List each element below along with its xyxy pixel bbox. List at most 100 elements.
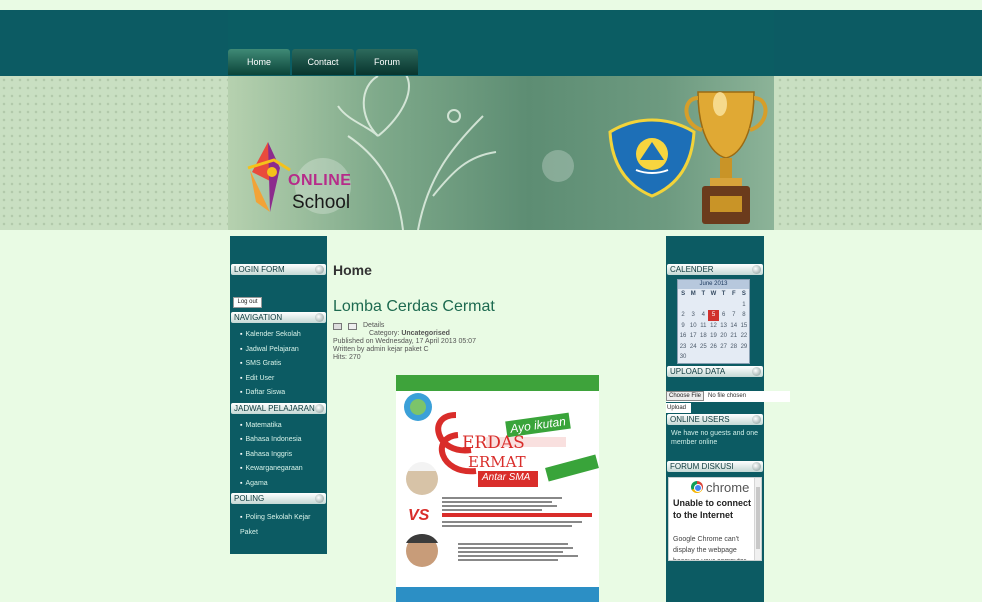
calendar-day[interactable]: 29 [739,342,749,353]
calendar-weekday: T [721,291,726,298]
calendar-day[interactable]: 28 [729,342,739,353]
calendar-empty-cell [678,300,688,311]
calendar-widget: June 2013 S M T W T F S 1 2 3 4 5 6 7 8 9 10 11 12 13 14 15 16… [677,279,750,364]
calendar-empty-cell [719,300,729,311]
right-sidebar: CALENDER June 2013 S M T W T F S 1 2 3 4 5 6 7 8 9 10 11 1… [666,236,790,602]
calendar-day[interactable]: 21 [729,331,739,342]
calendar-day[interactable]: 23 [678,342,688,353]
main-navigation: Home Contact Forum [228,49,418,75]
calendar-day[interactable]: 8 [739,310,749,321]
calendar-day[interactable]: 14 [729,321,739,332]
written-by: Written by admin kejar paket C [333,346,429,353]
calendar-header: CALENDER [667,264,763,275]
upload-button[interactable]: Upload [666,402,691,413]
calendar-day[interactable]: 10 [688,321,698,332]
frame-scrollbar[interactable] [754,477,761,560]
site-logo[interactable]: ONLINE School [246,140,366,220]
left-sidebar: LOGIN FORM Log out NAVIGATION Kalender S… [230,236,327,554]
calendar-weekday: F [731,291,736,298]
calendar-empty-cell [708,300,718,311]
poster-cerdas: ERDAS [462,433,525,453]
upload-header: UPLOAD DATA [667,365,763,377]
article-meta: Details Category: Uncategorised Publishe… [333,322,658,362]
lomba-poster-image: Ayo ikutan ERDAS ERMAT Antar SMA VS [396,375,599,602]
collapse-knob-icon[interactable] [752,366,761,376]
nav-item-kalender[interactable]: Kalender Sekolah [230,328,327,343]
file-input[interactable]: Choose File No file chosen [666,390,790,402]
calendar-empty-cell [729,352,739,363]
published-date: Published on Wednesday, 17 April 2013 05… [333,338,476,345]
jadwal-item-bahasa-inggris[interactable]: Bahasa Inggris [230,448,327,463]
details-label: Details [363,322,385,329]
calendar-day[interactable]: 26 [708,342,718,353]
calendar-day[interactable]: 27 [719,342,729,353]
forum-embed-frame[interactable]: chrome Unable to connect to the Internet… [668,476,762,561]
nav-item-jadwal[interactable]: Jadwal Pelajaran [230,343,327,358]
calendar-day[interactable]: 22 [739,331,749,342]
nav-item-edit-user[interactable]: Edit User [230,372,327,387]
calendar-day[interactable]: 20 [719,331,729,342]
calendar-empty-cell [698,352,708,363]
logout-button[interactable]: Log out [233,297,262,308]
online-users-text: We have no guests and one member online [671,429,759,446]
jadwal-item-agama[interactable]: Agama [230,477,327,492]
article-title[interactable]: Lomba Cerdas Cermat [333,298,658,316]
calendar-day[interactable]: 24 [688,342,698,353]
calendar-day[interactable]: 9 [678,321,688,332]
calendar-day[interactable]: 12 [708,321,718,332]
nav-item-daftar-siswa[interactable]: Daftar Siswa [230,386,327,401]
jadwal-title: JADWAL PELAJARAN [234,403,315,413]
collapse-knob-icon[interactable] [315,313,324,322]
login-form-title: LOGIN FORM [234,265,285,274]
collapse-knob-icon[interactable] [315,265,324,274]
collapse-knob-icon[interactable] [315,494,324,503]
calendar-day[interactable]: 19 [708,331,718,342]
calendar-day[interactable]: 2 [678,310,688,321]
nav-tab-home[interactable]: Home [228,49,290,75]
calendar-weekday: M [690,291,696,298]
collapse-knob-icon[interactable] [752,414,761,424]
forum-title: FORUM DISKUSI [670,461,734,471]
collapse-knob-icon[interactable] [752,461,761,471]
calendar-empty-cell [688,300,698,311]
calendar-empty-cell [739,352,749,363]
calendar-day[interactable]: 17 [688,331,698,342]
calendar-day[interactable]: 6 [719,310,729,321]
forum-header: FORUM DISKUSI [667,460,763,472]
hits-count: Hits: 270 [333,354,361,361]
jadwal-item-kewarganegaraan[interactable]: Kewarganegaraan [230,462,327,477]
calendar-day[interactable]: 11 [698,321,708,332]
nav-tab-forum[interactable]: Forum [356,49,418,75]
collapse-knob-icon[interactable] [752,265,761,274]
navigation-title: NAVIGATION [234,313,283,322]
poster-cermat: ERMAT [468,453,526,471]
calendar-day[interactable]: 15 [739,321,749,332]
calendar-day[interactable]: 18 [698,331,708,342]
online-users-header: ONLINE USERS [667,413,763,425]
collapse-knob-icon[interactable] [315,403,324,413]
calendar-day[interactable]: 3 [688,310,698,321]
poling-item[interactable]: Poling Sekolah Kejar Paket [230,511,327,536]
calendar-day[interactable]: 4 [698,310,708,321]
calendar-day[interactable]: 16 [678,331,688,342]
calendar-day[interactable]: 5 [708,310,719,321]
scrollbar-thumb[interactable] [756,486,760,549]
calendar-day[interactable]: 25 [698,342,708,353]
chrome-logo-icon [691,480,703,493]
calendar-day[interactable]: 13 [719,321,729,332]
page-title: Home [333,262,372,278]
nav-item-sms[interactable]: SMS Gratis [230,357,327,372]
main-content: Home Lomba Cerdas Cermat Details Categor… [333,262,658,362]
calendar-day[interactable]: 30 [678,352,688,363]
category-label: Category: [369,330,400,337]
calendar-day[interactable]: 7 [729,310,739,321]
jadwal-item-bahasa-indonesia[interactable]: Bahasa Indonesia [230,433,327,448]
nav-tab-contact[interactable]: Contact [292,49,354,75]
jadwal-item-matematika[interactable]: Matematika [230,419,327,434]
choose-file-button[interactable]: Choose File [666,391,705,401]
calendar-day[interactable]: 1 [739,300,749,311]
calendar-month: June 2013 [678,280,749,289]
print-icon[interactable] [333,322,342,330]
category-value[interactable]: Uncategorised [401,330,450,337]
email-icon[interactable] [348,322,357,330]
